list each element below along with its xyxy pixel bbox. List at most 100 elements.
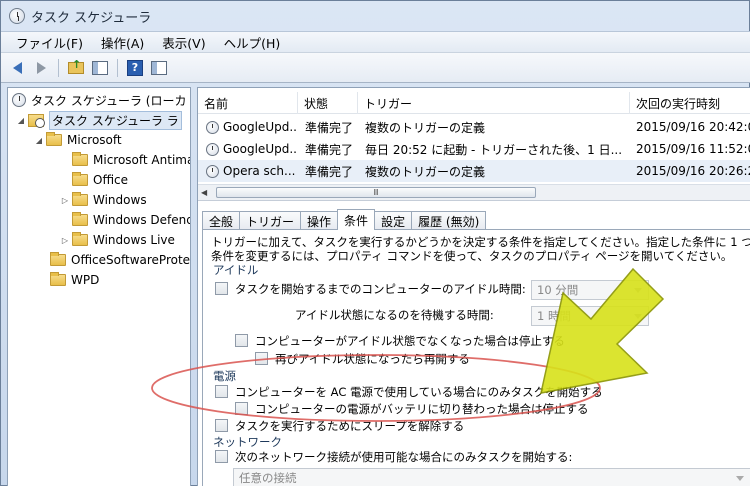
tree-item-windows-live[interactable]: ▷ Windows Live [60,230,175,250]
collapsed-triangle-icon[interactable]: ▷ [60,196,70,205]
up-folder-icon [68,58,84,74]
column-header-name[interactable]: 名前 [198,92,298,114]
horizontal-scrollbar[interactable]: ◀ Ⅲ [198,184,750,201]
tab-triggers[interactable]: トリガー [239,211,302,230]
show-action-pane-button[interactable] [149,58,169,78]
idle-stop-label: コンピューターがアイドル状態でなくなった場合は停止する [255,334,565,348]
idle-restart-label: 再びアイドル状態になったら再開する [275,352,470,366]
task-name: Opera sch... [223,164,296,178]
help-icon: ? [127,59,143,76]
task-status: 準備完了 [305,142,354,157]
tree-item-windows-defender[interactable]: Windows Defend [60,210,190,230]
power-battery-checkbox[interactable] [235,402,248,415]
help-button[interactable]: ? [125,58,145,78]
tree-item-microsoft[interactable]: ◢ Microsoft [34,130,122,150]
tab-settings[interactable]: 設定 [374,211,413,230]
forward-arrow-icon [36,61,46,74]
tree-item-windows[interactable]: ▷ Windows [60,190,147,210]
task-trigger: 複数のトリガーの定義 [365,164,486,179]
network-checkbox[interactable] [215,450,228,463]
up-level-button[interactable] [66,58,86,78]
task-row[interactable]: GoogleUpd... 準備完了 複数のトリガーの定義 2015/09/16 … [198,116,750,138]
task-name: GoogleUpd... [223,120,298,134]
back-arrow-icon [12,61,22,74]
task-status: 準備完了 [305,164,354,179]
task-next-run: 2015/09/16 11:52:0 [636,142,750,156]
collapsed-triangle-icon[interactable]: ▷ [60,236,70,245]
clock-icon [12,93,26,107]
menu-view[interactable]: 表示(V) [153,33,214,52]
task-next-run: 2015/09/16 20:42:0 [636,120,750,134]
conditions-intro-line2: 条件を変更するには、プロパティ コマンドを使って、タスクのプロパティ ページを開… [211,249,733,263]
network-group-label: ネットワーク [213,435,282,449]
task-row[interactable]: GoogleUpd... 準備完了 毎日 20:52 に起動 - トリガーされた… [198,138,750,160]
column-header-next-run[interactable]: 次回の実行時刻 [630,92,750,114]
forward-button[interactable] [31,58,51,78]
task-trigger: 毎日 20:52 に起動 - トリガーされた後、1 日... [365,142,623,157]
tree-item-wpd[interactable]: WPD [38,270,99,290]
menu-help[interactable]: ヘルプ(H) [215,33,290,52]
task-row-selected[interactable]: Opera sch... 準備完了 複数のトリガーの定義 2015/09/16 … [198,160,750,182]
tree-item-office[interactable]: Office [60,170,128,190]
show-hide-tree-button[interactable] [90,58,110,78]
power-group-label: 電源 [213,369,236,383]
scrollbar-thumb[interactable]: Ⅲ [216,187,536,198]
toolbar-separator [58,58,59,77]
menu-action[interactable]: 操作(A) [92,33,153,52]
power-ac-label: コンピューターを AC 電源で使用している場合にのみタスクを開始する [235,385,603,399]
expanded-triangle-icon: ◢ [35,135,43,145]
folder-icon [72,172,88,186]
idle-stop-checkbox[interactable] [235,334,248,347]
tree-item-library[interactable]: ◢ タスク スケジューラ ラ [16,110,182,130]
task-clock-icon [206,142,219,156]
toolbar-separator [117,58,118,77]
power-ac-checkbox[interactable] [215,385,228,398]
properties-tabs: 全般 トリガー 操作 条件 設定 履歴 (無効) [202,209,487,230]
task-clock-icon [206,164,219,178]
toolbar: ? [1,53,750,83]
tab-conditions[interactable]: 条件 [337,209,376,230]
task-clock-icon [206,120,219,134]
task-next-run: 2015/09/16 20:26:2 [636,164,750,178]
grip-icon: Ⅲ [373,188,379,197]
column-header-status[interactable]: 状態 [298,92,358,114]
tab-general[interactable]: 全般 [202,211,241,230]
task-list-header: 名前 状態 トリガー 次回の実行時刻 [198,92,750,114]
idle-wait-dropdown[interactable]: 1 時間 [531,306,649,326]
menu-bar: ファイル(F) 操作(A) 表示(V) ヘルプ(H) [1,31,750,53]
column-header-trigger[interactable]: トリガー [358,92,630,114]
idle-wait-label: アイドル状態になるのを待機する時間: [295,308,494,322]
show-pane-icon [92,60,108,75]
tree-item-office-software-protection[interactable]: OfficeSoftwareProte [38,250,190,270]
expanded-triangle-icon: ◢ [17,115,25,125]
scroll-left-icon[interactable]: ◀ [201,188,207,197]
network-label: 次のネットワーク接続が使用可能な場合にのみタスクを開始する: [235,450,573,464]
task-detail-pane: 名前 状態 トリガー 次回の実行時刻 GoogleUpd... 準備完了 複数の… [197,87,750,486]
task-status: 準備完了 [305,120,354,135]
back-button[interactable] [7,58,27,78]
idle-start-label: タスクを開始するまでのコンピューターのアイドル時間: [235,282,526,296]
folder-icon [50,272,66,286]
scheduler-library-icon [28,113,45,128]
task-name: GoogleUpd... [223,142,298,156]
idle-restart-checkbox[interactable] [255,352,268,365]
folder-icon [50,252,66,266]
conditions-panel: トリガーに加えて、タスクを実行するかどうかを決定する条件を指定してください。指定… [202,229,750,486]
folder-icon [72,192,88,206]
window-title: タスク スケジューラ [31,10,152,26]
idle-start-checkbox[interactable] [215,282,228,295]
title-bar: タスク スケジューラ [1,1,750,31]
navigation-tree: タスク スケジューラ (ローカ ◢ タスク スケジューラ ラ ◢ Microso… [7,87,191,486]
tab-history[interactable]: 履歴 (無効) [411,211,487,230]
wake-to-run-checkbox[interactable] [215,419,228,432]
wake-to-run-label: タスクを実行するためにスリープを解除する [235,419,465,433]
menu-file[interactable]: ファイル(F) [7,33,92,52]
folder-icon [46,132,62,146]
tab-actions[interactable]: 操作 [300,211,339,230]
idle-duration-dropdown[interactable]: 10 分間 [531,280,649,300]
network-connection-dropdown[interactable]: 任意の接続 [233,468,750,486]
folder-icon [72,152,88,166]
tree-item-root[interactable]: タスク スケジューラ (ローカ [12,90,186,110]
tree-item-microsoft-antimalware[interactable]: Microsoft Antima [60,150,190,170]
task-scheduler-window: タスク スケジューラ ファイル(F) 操作(A) 表示(V) ヘルプ(H) ? … [0,0,750,486]
